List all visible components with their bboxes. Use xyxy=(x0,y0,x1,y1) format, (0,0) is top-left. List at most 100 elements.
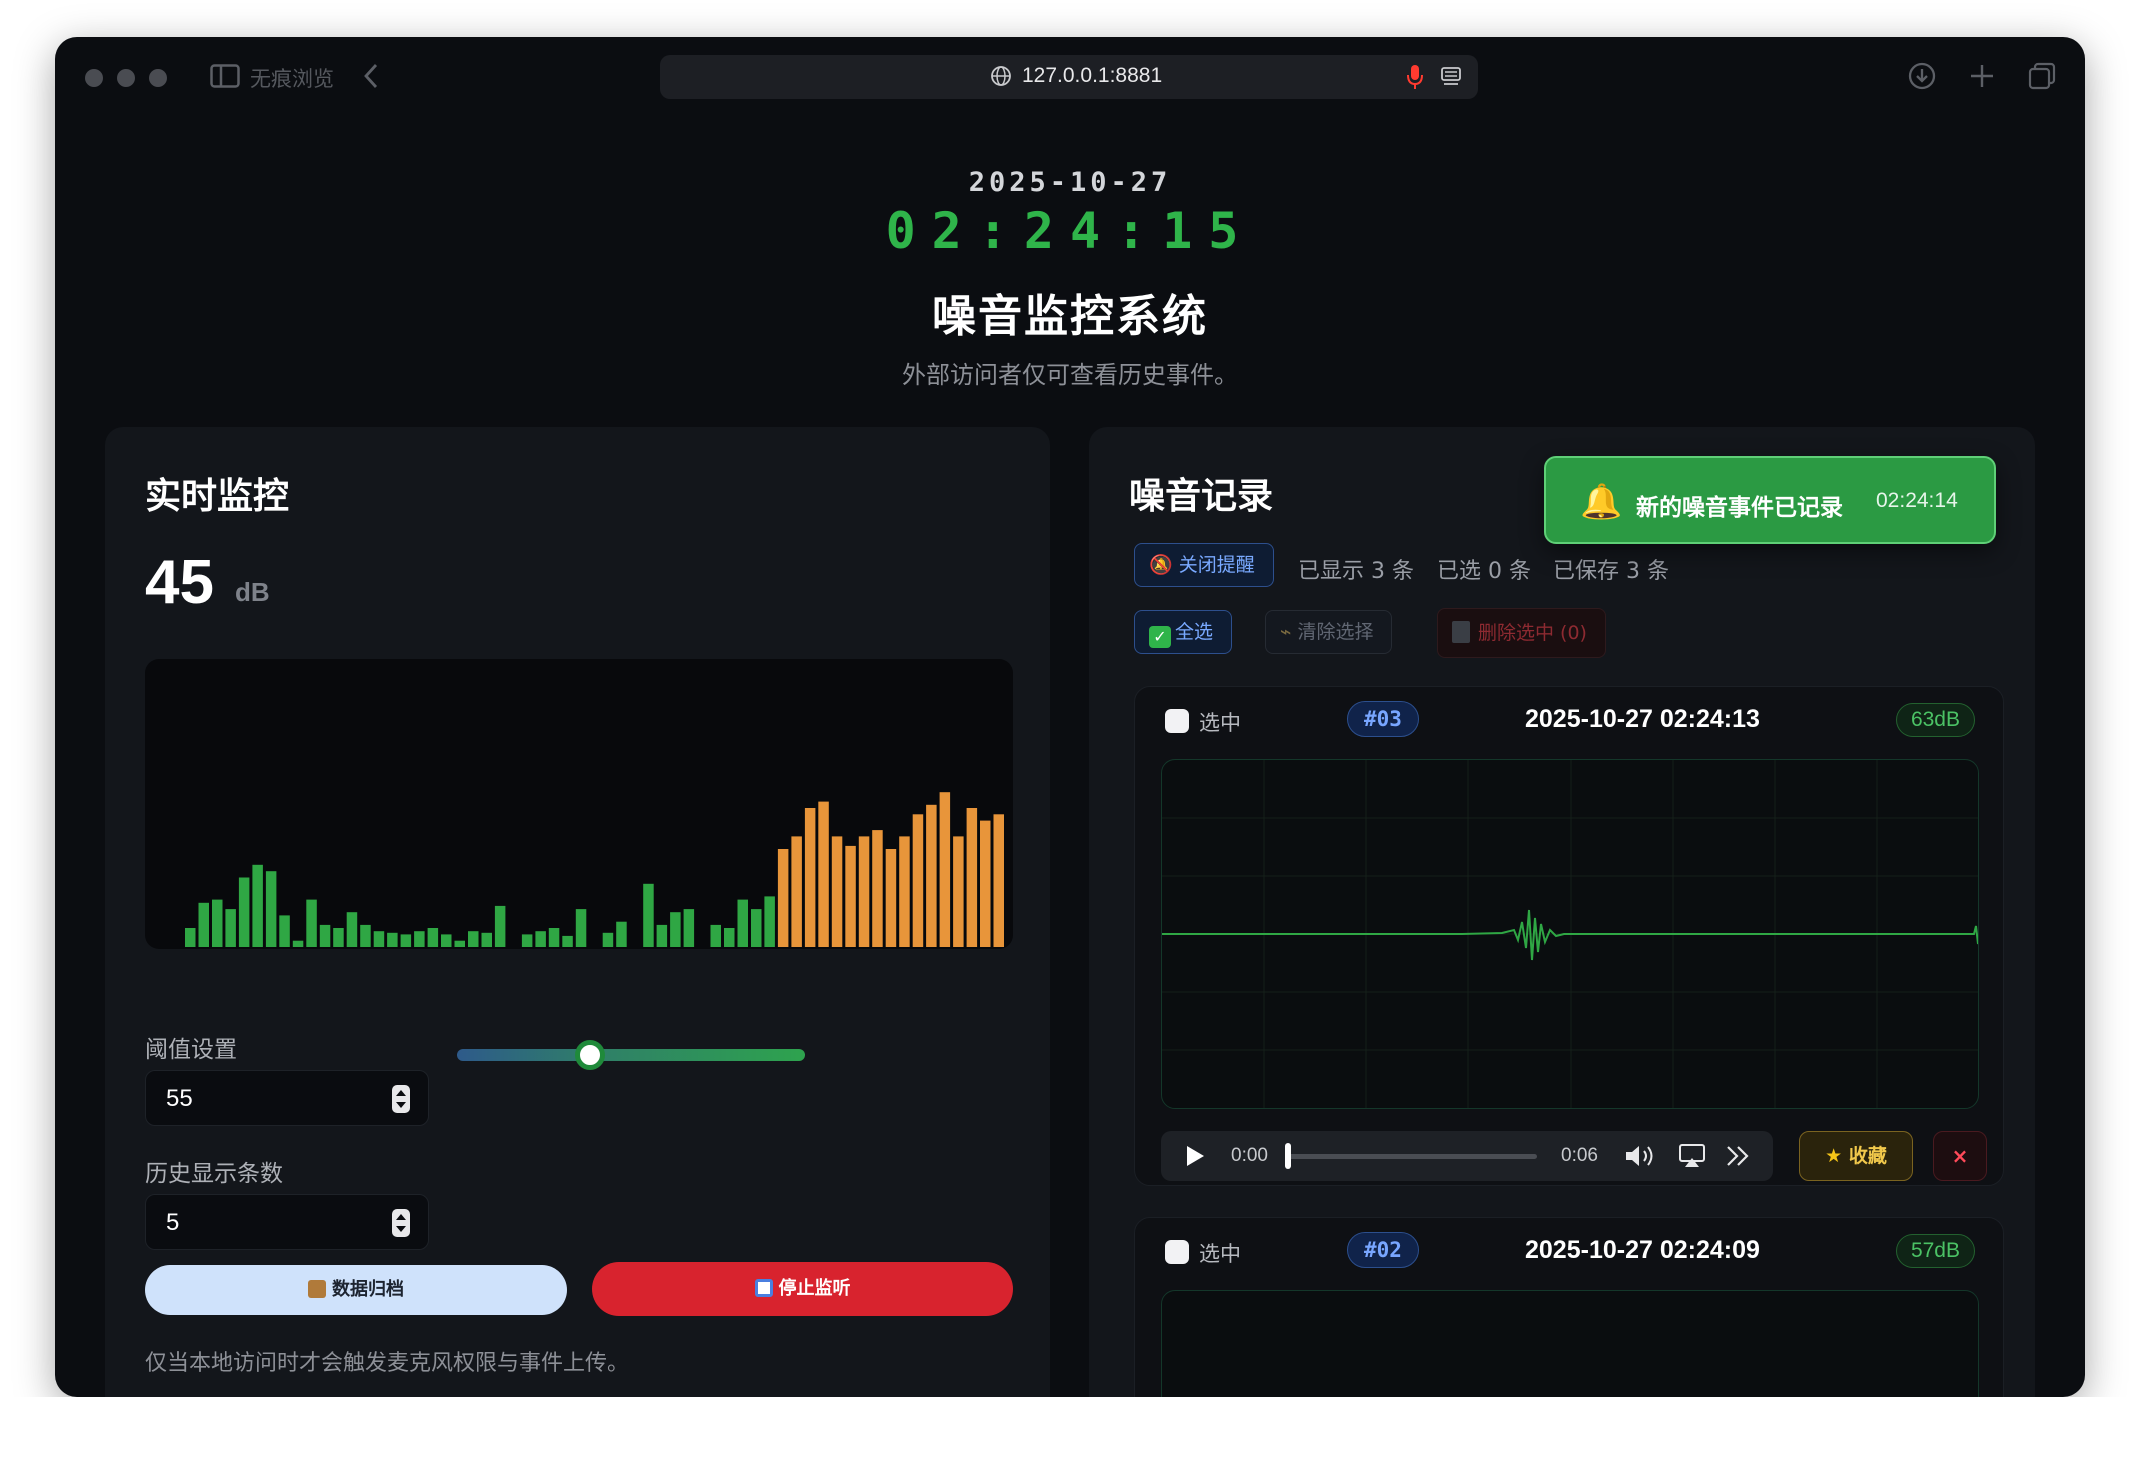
history-count-label: 历史显示条数 xyxy=(145,1161,283,1187)
checkmark-icon: ✓ xyxy=(1149,626,1171,648)
play-icon[interactable] xyxy=(1187,1146,1204,1166)
package-icon xyxy=(308,1280,326,1298)
toast-time: 02:24:14 xyxy=(1876,489,1958,512)
level-bar xyxy=(414,931,425,947)
delete-record-button[interactable]: × xyxy=(1933,1131,1987,1181)
threshold-slider[interactable] xyxy=(457,1040,805,1070)
minimize-window-button[interactable] xyxy=(117,69,135,87)
new-tab-plus-icon[interactable] xyxy=(1969,63,1995,89)
local-access-note: 仅当本地访问时才会触发麦克风权限与事件上传。 xyxy=(145,1351,630,1376)
level-bar xyxy=(441,934,452,947)
threshold-stepper-icon[interactable] xyxy=(392,1085,410,1113)
bell-icon: 🔔 xyxy=(1580,482,1623,522)
zoom-window-button[interactable] xyxy=(149,69,167,87)
level-bar xyxy=(521,934,533,947)
level-bar xyxy=(535,931,546,947)
tab-overview-icon[interactable] xyxy=(2027,61,2057,91)
record-id-badge: #02 xyxy=(1347,1232,1419,1268)
level-bar xyxy=(575,909,587,947)
level-bar xyxy=(346,912,358,947)
level-bar xyxy=(198,902,209,947)
level-bar xyxy=(670,912,681,947)
stop-listening-label: 停止监听 xyxy=(778,1278,851,1299)
level-bar xyxy=(737,899,748,947)
history-count-stepper-icon[interactable] xyxy=(392,1209,410,1237)
stop-listening-button[interactable]: 停止监听 xyxy=(592,1262,1013,1316)
level-bar xyxy=(993,814,1004,947)
current-time: 02:24:15 xyxy=(885,202,1255,260)
delete-record-label: × xyxy=(1951,1144,1969,1168)
history-count-input-value: 5 xyxy=(166,1209,180,1236)
level-bar xyxy=(872,830,883,947)
level-bar xyxy=(212,899,223,947)
muted-bell-icon: 🔕 xyxy=(1149,554,1173,576)
private-browsing-label: 无痕浏览 xyxy=(250,67,334,91)
level-bar xyxy=(926,804,937,947)
new-event-toast: 🔔 新的噪音事件已记录 02:24:14 xyxy=(1544,456,1996,544)
back-arrow-icon[interactable] xyxy=(363,63,379,89)
record-db-badge: 63dB xyxy=(1895,703,1975,737)
record-timestamp: 2025-10-27 02:24:09 xyxy=(1525,1236,1760,1264)
address-bar[interactable]: 127.0.0.1:8881 xyxy=(660,55,1478,99)
volume-icon[interactable] xyxy=(1623,1141,1659,1171)
sidebar-toggle-icon[interactable] xyxy=(210,63,240,89)
threshold-label: 阈值设置 xyxy=(145,1037,237,1063)
record-select-checkbox[interactable] xyxy=(1165,709,1189,733)
toast-message: 新的噪音事件已记录 xyxy=(1636,495,1843,521)
trash-icon xyxy=(1452,621,1470,643)
realtime-monitor-title: 实时监控 xyxy=(145,476,290,517)
level-bar xyxy=(333,928,344,947)
threshold-input-value: 55 xyxy=(166,1085,193,1112)
saved-count: 已保存 3 条 xyxy=(1553,559,1669,584)
level-bar xyxy=(724,928,735,947)
favorite-button[interactable]: ★ 收藏 xyxy=(1799,1131,1913,1181)
history-count-input[interactable]: 5 xyxy=(145,1194,429,1250)
level-bar xyxy=(360,924,371,947)
level-bar xyxy=(845,845,856,947)
level-bar xyxy=(252,864,263,947)
playback-speed-icon[interactable] xyxy=(1723,1141,1753,1171)
close-window-button[interactable] xyxy=(85,69,103,87)
level-bar xyxy=(710,924,721,947)
level-bar xyxy=(400,934,412,947)
audio-progress-bar[interactable] xyxy=(1287,1154,1537,1159)
noise-records-title: 噪音记录 xyxy=(1129,476,1274,517)
level-bar xyxy=(804,808,816,947)
level-history-chart xyxy=(145,659,1013,949)
level-bar xyxy=(387,932,398,947)
level-bar xyxy=(885,849,897,947)
page-subtitle: 外部访问者仅可查看历史事件。 xyxy=(902,361,1238,389)
record-select-label: 选中 xyxy=(1199,711,1241,735)
level-bar xyxy=(751,909,762,947)
broom-icon: ⌁ xyxy=(1280,621,1292,643)
clear-selection-button[interactable]: ⌁ 清除选择 xyxy=(1265,610,1393,654)
level-bar xyxy=(899,836,910,947)
level-bar xyxy=(292,940,304,947)
threshold-input[interactable]: 55 xyxy=(145,1070,429,1126)
microphone-icon[interactable] xyxy=(1406,64,1424,90)
current-date: 2025-10-27 xyxy=(968,167,1172,198)
airplay-icon[interactable] xyxy=(1677,1141,1707,1171)
favorite-label: 收藏 xyxy=(1848,1145,1887,1167)
shown-count: 已显示 3 条 xyxy=(1298,559,1414,584)
stop-square-icon xyxy=(754,1279,773,1297)
level-bar xyxy=(265,871,277,947)
threshold-slider-handle[interactable] xyxy=(574,1040,605,1070)
waveform-display xyxy=(1161,759,1979,1109)
select-all-button[interactable]: ✓ 全选 xyxy=(1134,610,1233,654)
delete-selected-button[interactable]: 删除选中 (0) xyxy=(1437,608,1606,658)
reader-mode-icon[interactable] xyxy=(1440,66,1462,88)
page-title: 噪音监控系统 xyxy=(932,291,1208,342)
level-bar xyxy=(831,836,843,947)
level-bar xyxy=(980,820,991,947)
archive-data-button[interactable]: 数据归档 xyxy=(145,1265,567,1315)
selected-count: 已选 0 条 xyxy=(1437,559,1531,584)
close-alert-button[interactable]: 🔕 关闭提醒 xyxy=(1134,543,1274,587)
audio-progress-handle[interactable] xyxy=(1285,1143,1291,1169)
title-bar: 无痕浏览 127.0.0.1:8881 xyxy=(55,37,2085,117)
level-bar xyxy=(468,931,479,947)
level-bar xyxy=(953,836,964,947)
record-id-badge: #03 xyxy=(1347,701,1419,737)
record-select-checkbox[interactable] xyxy=(1165,1240,1189,1264)
download-icon[interactable] xyxy=(1907,61,1937,91)
